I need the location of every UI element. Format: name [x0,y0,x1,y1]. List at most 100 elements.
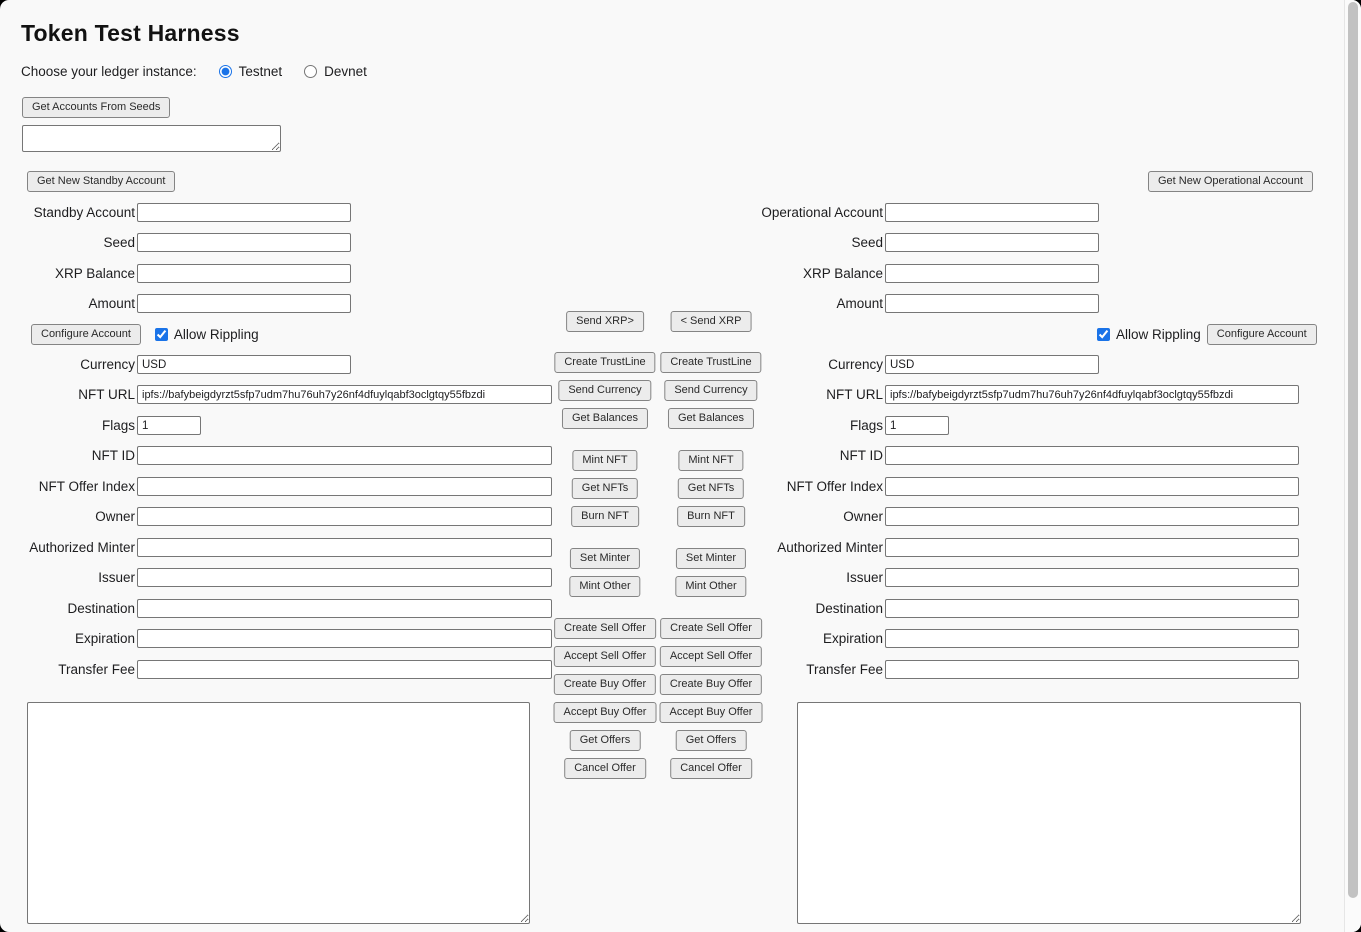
standby-create-sell-offer-button[interactable]: Create Sell Offer [554,618,656,639]
operational-nft-offer-index-input[interactable] [885,477,1299,496]
operational-owner-label: Owner [700,507,883,526]
standby-get-balances-button[interactable]: Get Balances [562,408,648,429]
standby-seed-label: Seed [0,233,135,252]
operational-results-textarea[interactable] [797,702,1301,924]
operational-transfer-fee-input[interactable] [885,660,1299,679]
standby-nft-url-label: NFT URL [0,385,135,404]
token-test-harness-page: Token Test Harness Choose your ledger in… [0,0,1361,932]
standby-seed-input[interactable] [137,233,351,252]
page-scrollbar-thumb[interactable] [1348,2,1358,898]
standby-allow-rippling-label: Allow Rippling [174,327,259,342]
operational-nft-url-input[interactable] [885,385,1299,404]
standby-transfer-fee-input[interactable] [137,660,552,679]
operational-destination-label: Destination [700,599,883,618]
standby-results-textarea[interactable] [27,702,530,924]
standby-account-input[interactable] [137,203,351,222]
operational-transfer-fee-label: Transfer Fee [700,660,883,679]
page-scrollbar-track[interactable] [1344,0,1361,932]
page-title: Token Test Harness [21,20,240,47]
standby-accept-buy-offer-button[interactable]: Accept Buy Offer [554,702,657,723]
standby-amount-label: Amount [0,294,135,313]
standby-authorized-minter-label: Authorized Minter [0,538,135,557]
operational-issuer-input[interactable] [885,568,1299,587]
ledger-instance-prompt: Choose your ledger instance: [21,64,197,79]
operational-seed-input[interactable] [885,233,1099,252]
standby-owner-input[interactable] [137,507,552,526]
operational-seed-label: Seed [700,233,883,252]
devnet-radio[interactable] [304,65,317,78]
standby-destination-label: Destination [0,599,135,618]
operational-get-offers-button[interactable]: Get Offers [676,730,747,751]
testnet-radio-option[interactable]: Testnet [219,64,283,79]
standby-currency-label: Currency [0,355,135,374]
standby-account-label: Standby Account [0,203,135,222]
get-accounts-from-seeds-button[interactable]: Get Accounts From Seeds [22,97,170,118]
standby-amount-input[interactable] [137,294,351,313]
operational-send-xrp-button[interactable]: < Send XRP [671,311,752,332]
standby-configure-row: Configure Account Allow Rippling [31,324,265,345]
standby-allow-rippling-checkbox[interactable] [155,328,168,341]
standby-nft-url-input[interactable] [137,385,552,404]
standby-owner-label: Owner [0,507,135,526]
standby-send-currency-button[interactable]: Send Currency [558,380,651,401]
standby-transfer-fee-label: Transfer Fee [0,660,135,679]
standby-issuer-input[interactable] [137,568,552,587]
standby-cancel-offer-button[interactable]: Cancel Offer [564,758,646,779]
operational-currency-input[interactable] [885,355,1099,374]
standby-nft-offer-index-input[interactable] [137,477,552,496]
testnet-radio[interactable] [219,65,232,78]
standby-authorized-minter-input[interactable] [137,538,552,557]
get-new-standby-account-button[interactable]: Get New Standby Account [27,171,175,192]
standby-nft-id-label: NFT ID [0,446,135,465]
standby-flags-input[interactable] [137,416,201,435]
operational-nft-id-label: NFT ID [700,446,883,465]
operational-owner-input[interactable] [885,507,1299,526]
standby-create-trustline-button[interactable]: Create TrustLine [554,352,655,373]
standby-mint-nft-button[interactable]: Mint NFT [572,450,637,471]
standby-currency-input[interactable] [137,355,351,374]
operational-configure-row: Allow Rippling Configure Account [1097,324,1317,345]
standby-expiration-input[interactable] [137,629,552,648]
standby-create-buy-offer-button[interactable]: Create Buy Offer [554,674,656,695]
standby-xrp-balance-input[interactable] [137,264,351,283]
standby-configure-account-button[interactable]: Configure Account [31,324,141,345]
operational-destination-input[interactable] [885,599,1299,618]
operational-issuer-label: Issuer [700,568,883,587]
standby-destination-input[interactable] [137,599,552,618]
operational-cancel-offer-button[interactable]: Cancel Offer [670,758,752,779]
standby-get-nfts-button[interactable]: Get NFTs [572,478,638,499]
operational-flags-label: Flags [700,416,883,435]
devnet-radio-option[interactable]: Devnet [304,64,367,79]
operational-xrp-balance-label: XRP Balance [700,264,883,283]
operational-accept-buy-offer-button[interactable]: Accept Buy Offer [660,702,763,723]
operational-xrp-balance-input[interactable] [885,264,1099,283]
operational-amount-input[interactable] [885,294,1099,313]
get-new-operational-account-button[interactable]: Get New Operational Account [1148,171,1313,192]
operational-allow-rippling-label: Allow Rippling [1116,327,1201,342]
standby-expiration-label: Expiration [0,629,135,648]
operational-nft-offer-index-label: NFT Offer Index [700,477,883,496]
operational-flags-input[interactable] [885,416,949,435]
standby-nft-id-input[interactable] [137,446,552,465]
standby-mint-other-button[interactable]: Mint Other [569,576,640,597]
operational-authorized-minter-input[interactable] [885,538,1299,557]
operational-authorized-minter-label: Authorized Minter [700,538,883,557]
standby-accept-sell-offer-button[interactable]: Accept Sell Offer [554,646,656,667]
operational-nft-id-input[interactable] [885,446,1299,465]
standby-get-offers-button[interactable]: Get Offers [570,730,641,751]
operational-configure-account-button[interactable]: Configure Account [1207,324,1317,345]
operational-currency-label: Currency [700,355,883,374]
operational-expiration-input[interactable] [885,629,1299,648]
standby-flags-label: Flags [0,416,135,435]
standby-burn-nft-button[interactable]: Burn NFT [571,506,639,527]
operational-account-input[interactable] [885,203,1099,222]
seeds-textarea[interactable] [22,125,281,152]
operational-amount-label: Amount [700,294,883,313]
operational-nft-url-label: NFT URL [700,385,883,404]
operational-allow-rippling-checkbox[interactable] [1097,328,1110,341]
devnet-radio-label: Devnet [324,64,367,79]
standby-set-minter-button[interactable]: Set Minter [570,548,640,569]
standby-send-xrp-button[interactable]: Send XRP> [566,311,644,332]
standby-xrp-balance-label: XRP Balance [0,264,135,283]
operational-expiration-label: Expiration [700,629,883,648]
